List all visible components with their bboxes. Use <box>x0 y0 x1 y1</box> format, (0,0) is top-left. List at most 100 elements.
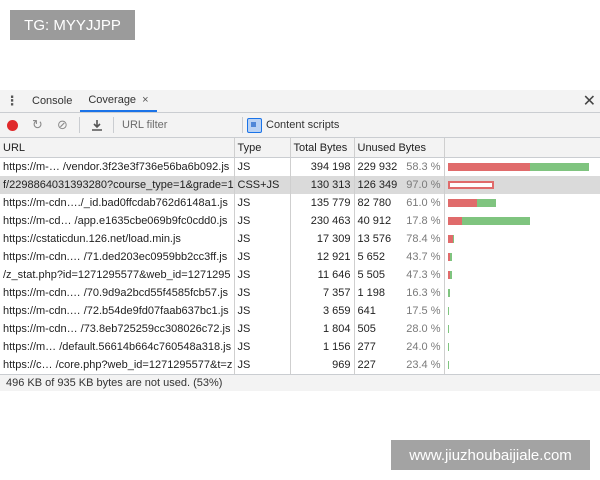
coverage-status-bar: 496 KB of 935 KB bytes are not used. (53… <box>0 374 600 391</box>
row-type: JS <box>234 356 291 374</box>
row-url: https://m-cdn… /73.8eb725259cc308026c72.… <box>0 320 235 338</box>
toolbar-divider <box>79 117 80 133</box>
unused-segment <box>447 163 531 171</box>
row-unused-bytes: 5 505 47.3 % <box>354 266 445 284</box>
unused-segment <box>447 217 463 225</box>
unused-percent: 78.4 % <box>406 233 441 245</box>
used-segment <box>452 235 454 243</box>
unused-cell: 5 505 47.3 % <box>358 269 441 281</box>
used-segment <box>449 271 452 279</box>
unused-percent: 97.0 % <box>406 179 441 191</box>
row-unused-bytes: 505 28.0 % <box>354 320 445 338</box>
more-tabs-icon[interactable]: ⋮ <box>0 90 24 112</box>
coverage-table: URL Type Total Bytes Unused Bytes https:… <box>0 138 600 374</box>
close-drawer-icon[interactable]: ✕ <box>583 90 596 112</box>
table-row[interactable]: /z_stat.php?id=1271295577&web_id=1271295… <box>0 266 600 284</box>
usage-bar <box>447 217 530 225</box>
table-row[interactable]: https://m-cdn.… /71.ded203ec0959bb2cc3ff… <box>0 248 600 266</box>
table-row[interactable]: https://m-… /vendor.3f23e3f736e56ba6b092… <box>0 157 600 176</box>
table-row[interactable]: https://m-cdn…./_id.bad0ffcdab762d6148a1… <box>0 194 600 212</box>
tab-console-label: Console <box>32 95 73 107</box>
row-unused-bytes: 126 349 97.0 % <box>354 176 445 194</box>
table-row[interactable]: https://m… /default.56614b664c760548a318… <box>0 338 600 356</box>
clear-button[interactable]: ⊘ <box>50 113 75 137</box>
row-usage-bar <box>444 356 600 374</box>
column-usage-visualization[interactable] <box>444 138 600 158</box>
row-unused-bytes: 229 932 58.3 % <box>354 157 445 176</box>
column-url[interactable]: URL <box>0 138 235 158</box>
content-scripts-checkbox[interactable] <box>247 117 262 133</box>
used-segment <box>449 253 453 261</box>
table-row[interactable]: f/2298864031393280?course_type=1&grade=1… <box>0 176 600 194</box>
unused-percent: 17.5 % <box>406 305 441 317</box>
table-row[interactable]: https://cstaticdun.126.net/load.min.js JS… <box>0 230 600 248</box>
unused-percent: 47.3 % <box>406 269 441 281</box>
export-button[interactable] <box>84 113 109 137</box>
row-total-bytes: 130 313 <box>290 176 355 194</box>
unused-percent: 61.0 % <box>406 197 441 209</box>
column-total-bytes[interactable]: Total Bytes <box>290 138 355 158</box>
used-segment <box>448 325 450 333</box>
unused-bytes-value: 277 <box>357 341 376 353</box>
table-row[interactable]: https://m-cdn.… /72.b54de9fd07faab637bc1… <box>0 302 600 320</box>
watermark-bottom: www.jiuzhoubaijiale.com <box>391 440 590 470</box>
column-unused-bytes[interactable]: Unused Bytes <box>354 138 445 158</box>
used-segment <box>447 361 450 369</box>
column-type[interactable]: Type <box>234 138 291 158</box>
usage-bar <box>447 235 454 243</box>
row-unused-bytes: 40 912 17.8 % <box>354 212 445 230</box>
row-type: CSS+JS <box>234 176 291 194</box>
used-segment <box>462 217 530 225</box>
unused-bytes-value: 82 780 <box>357 197 392 209</box>
row-usage-bar <box>444 248 600 266</box>
usage-bar <box>447 307 450 315</box>
status-text: 496 KB of 935 KB bytes are not used. (53… <box>6 377 223 389</box>
row-url: https://c… /core.php?web_id=1271295577&t… <box>0 356 235 374</box>
row-type: JS <box>234 284 291 302</box>
row-url: https://m-cd… /app.e1635cbe069b9fc0cdd0.… <box>0 212 235 230</box>
table-row[interactable]: https://m-cd… /app.e1635cbe069b9fc0cdd0.… <box>0 212 600 230</box>
unused-cell: 82 780 61.0 % <box>358 197 441 209</box>
tab-coverage[interactable]: Coverage × <box>80 90 157 112</box>
unused-bytes-value: 13 576 <box>357 233 392 245</box>
unused-bytes-value: 1 198 <box>357 287 386 299</box>
table-row[interactable]: https://m-cdn… /73.8eb725259cc308026c72.… <box>0 320 600 338</box>
row-total-bytes: 11 646 <box>290 266 355 284</box>
content-scripts-label: Content scripts <box>266 119 340 131</box>
row-type: JS <box>234 266 291 284</box>
unused-bytes-value: 641 <box>357 305 376 317</box>
unused-percent: 58.3 % <box>406 161 441 173</box>
used-segment <box>476 199 496 207</box>
row-type: JS <box>234 157 291 176</box>
used-segment <box>447 289 451 297</box>
table-row[interactable]: https://c… /core.php?web_id=1271295577&t… <box>0 356 600 374</box>
usage-bar <box>447 181 495 189</box>
record-icon <box>7 119 18 131</box>
row-usage-bar <box>444 157 600 176</box>
row-usage-bar <box>444 176 600 194</box>
table-row[interactable]: https://m-cdn.… /70.9d9a2bcd55f4585fcb57… <box>0 284 600 302</box>
row-type: JS <box>234 338 291 356</box>
tab-console[interactable]: Console <box>24 90 80 112</box>
row-url: https://m-cdn.… /71.ded203ec0959bb2cc3ff… <box>0 248 235 266</box>
usage-bar <box>447 343 450 351</box>
usage-bar <box>447 361 450 369</box>
row-type: JS <box>234 212 291 230</box>
row-url: /z_stat.php?id=1271295577&web_id=1271295 <box>0 266 235 284</box>
record-button[interactable] <box>0 113 25 137</box>
row-unused-bytes: 641 17.5 % <box>354 302 445 320</box>
row-url: https://m-cdn.… /72.b54de9fd07faab637bc1… <box>0 302 235 320</box>
unused-cell: 40 912 17.8 % <box>358 215 441 227</box>
row-usage-bar <box>444 212 600 230</box>
unused-cell: 5 652 43.7 % <box>358 251 441 263</box>
usage-bar <box>447 163 590 171</box>
table-header: URL Type Total Bytes Unused Bytes <box>0 138 600 158</box>
url-filter-input[interactable] <box>118 116 238 134</box>
unused-cell: 505 28.0 % <box>358 323 441 335</box>
row-url: https://m… /default.56614b664c760548a318… <box>0 338 235 356</box>
row-usage-bar <box>444 284 600 302</box>
row-usage-bar <box>444 320 600 338</box>
reload-button[interactable]: ↻ <box>25 113 50 137</box>
row-total-bytes: 969 <box>290 356 355 374</box>
close-tab-icon[interactable]: × <box>142 94 148 106</box>
